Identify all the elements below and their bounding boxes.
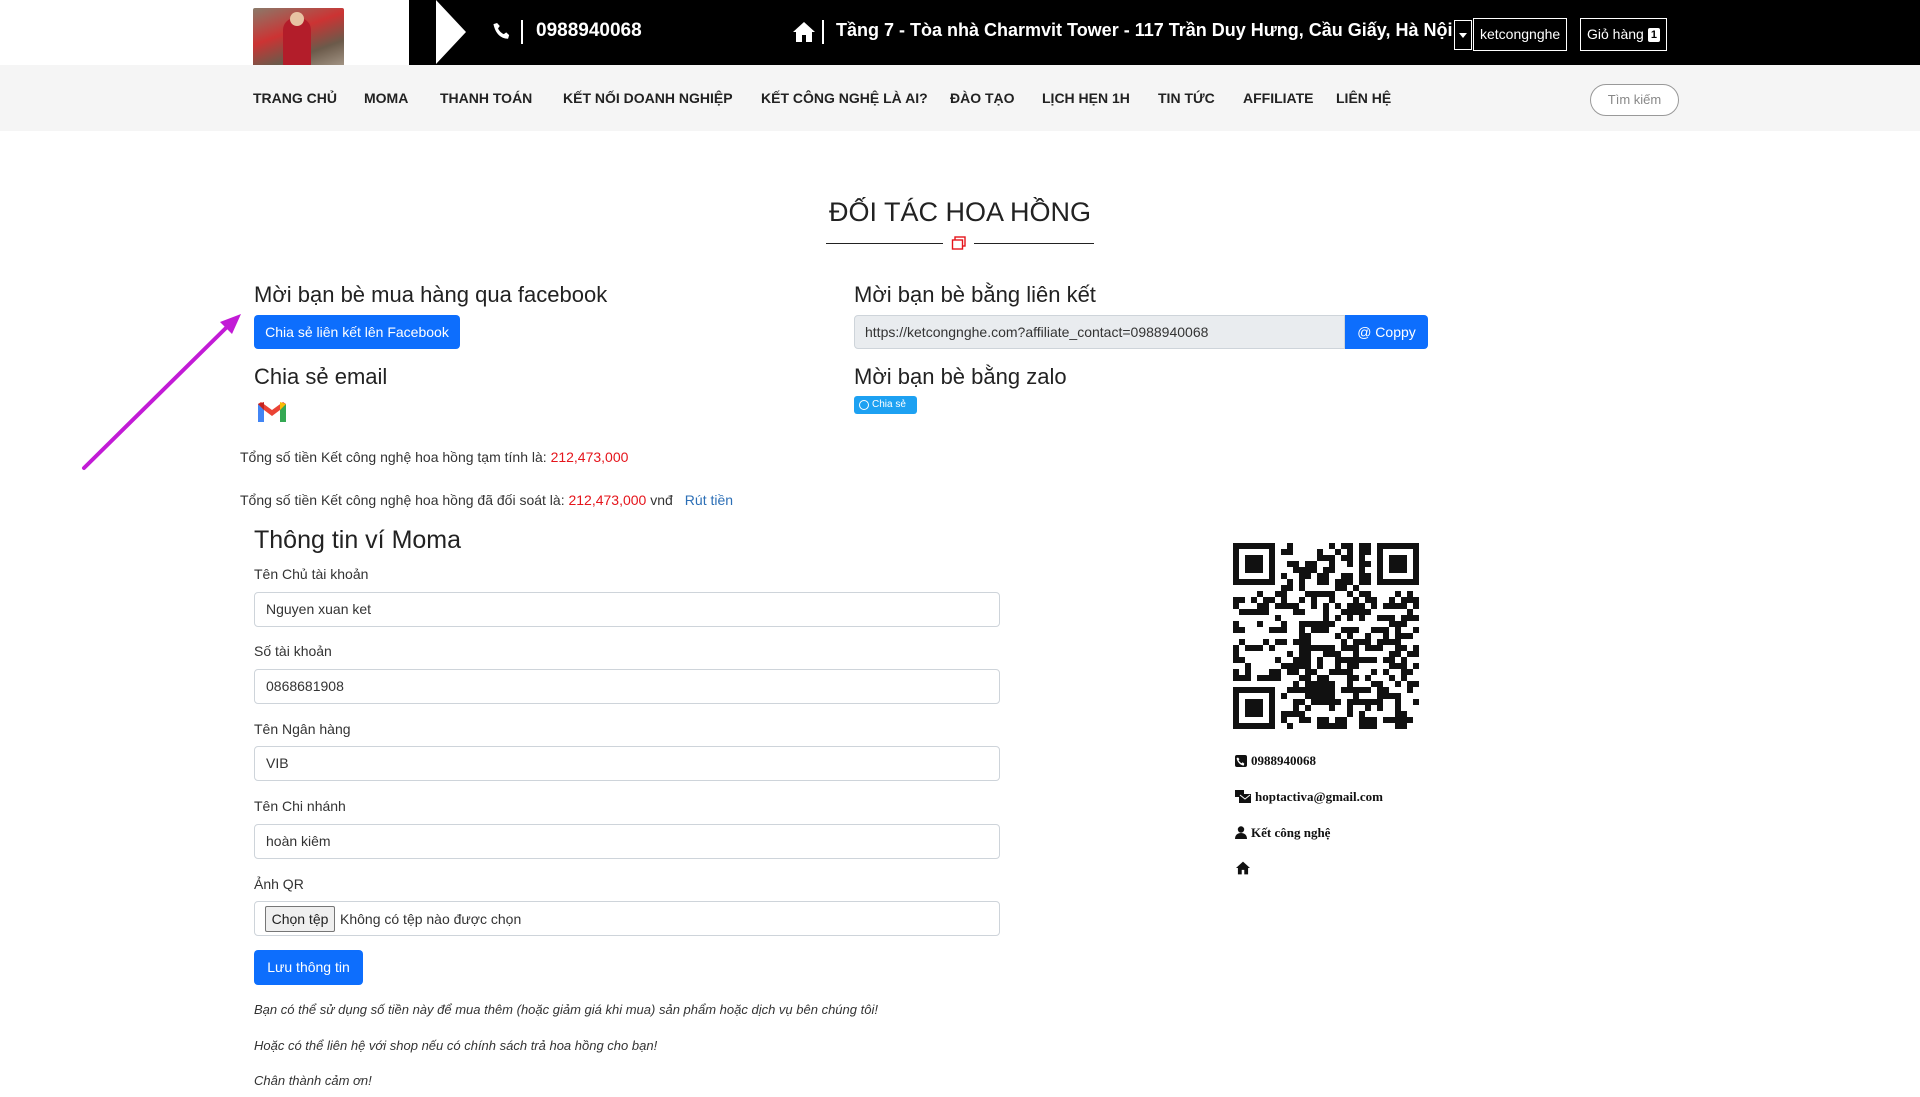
user-icon bbox=[1235, 826, 1247, 839]
top-bar: 0988940068 Tầng 7 - Tòa nhà Charmvit Tow… bbox=[0, 0, 1920, 68]
nav-item-affiliate[interactable]: AFFILIATE bbox=[1243, 90, 1314, 106]
contact-phone: 0988940068 bbox=[1235, 753, 1316, 769]
qr-code bbox=[1225, 531, 1429, 741]
note-line: Chân thành cảm ơn! bbox=[254, 1073, 372, 1088]
nav-item-moma[interactable]: MOMA bbox=[364, 90, 408, 106]
cart-button[interactable]: Giỏ hàng 1 bbox=[1580, 18, 1667, 51]
contact-home bbox=[1235, 861, 1255, 877]
zalo-share-button[interactable]: Chia sẻ bbox=[854, 396, 917, 414]
branch-label: Tên Chi nhánh bbox=[254, 798, 346, 814]
settled-commission-unit: vnđ bbox=[646, 492, 673, 508]
nav-item-contact[interactable]: LIÊN HỆ bbox=[1336, 90, 1391, 106]
bank-name-field[interactable]: VIB bbox=[254, 746, 1000, 781]
header-address: Tầng 7 - Tòa nhà Charmvit Tower - 117 Tr… bbox=[836, 20, 1453, 40]
contact-email-text: hoptactiva@gmail.com bbox=[1255, 789, 1383, 804]
mail-bulk-icon bbox=[1235, 790, 1251, 803]
contact-email: hoptactiva@gmail.com bbox=[1235, 789, 1383, 805]
bank-label: Tên Ngân hàng bbox=[254, 721, 351, 737]
nav-item-news[interactable]: TIN TỨC bbox=[1158, 90, 1215, 106]
nav-item-appointment[interactable]: LỊCH HẸN 1H bbox=[1042, 90, 1130, 106]
user-dropdown-toggle[interactable] bbox=[1454, 20, 1472, 50]
wallet-heading: Thông tin ví Moma bbox=[254, 526, 462, 554]
note-line: Bạn có thể sử dụng số tiền này để mua th… bbox=[254, 1002, 878, 1017]
separator bbox=[822, 20, 824, 44]
no-file-chosen-text: Không có tệp nào được chọn bbox=[340, 911, 522, 927]
gmail-icon[interactable] bbox=[256, 400, 288, 424]
nav-item-business-connect[interactable]: KẾT NỐI DOANH NGHIỆP bbox=[563, 90, 733, 106]
user-button[interactable]: ketcongnghe bbox=[1473, 18, 1568, 51]
copy-link-button[interactable]: @ Coppy bbox=[1345, 315, 1428, 349]
settled-commission: Tổng số tiền Kết công nghệ hoa hồng đã đ… bbox=[240, 492, 733, 508]
account-label: Số tài khoản bbox=[254, 643, 332, 659]
note-line: Hoặc có thể liên hệ với shop nếu có chín… bbox=[254, 1038, 658, 1053]
site-logo[interactable] bbox=[253, 8, 344, 68]
title-divider-right bbox=[974, 243, 1094, 244]
page-title: ĐỐI TÁC HOA HỒNG bbox=[828, 197, 1092, 227]
branch-name-field[interactable]: hoàn kiêm bbox=[254, 824, 1000, 859]
withdraw-link[interactable]: Rút tiền bbox=[685, 492, 733, 508]
header-phone[interactable]: 0988940068 bbox=[536, 20, 642, 42]
choose-file-button[interactable]: Chọn tệp bbox=[265, 906, 335, 932]
contact-phone-text: 0988940068 bbox=[1251, 753, 1316, 768]
pending-commission-label: Tổng số tiền Kết công nghệ hoa hồng tạm … bbox=[240, 449, 551, 465]
search-button[interactable]: Tìm kiếm bbox=[1590, 84, 1679, 116]
share-facebook-button[interactable]: Chia sẻ liên kết lên Facebook bbox=[254, 315, 460, 349]
account-number-field[interactable]: 0868681908 bbox=[254, 669, 1000, 704]
title-divider-left bbox=[826, 243, 943, 244]
link-share-heading: Mời bạn bè bằng liên kết bbox=[854, 282, 1096, 307]
zalo-share-label: Chia sẻ bbox=[872, 399, 906, 410]
pending-commission: Tổng số tiền Kết công nghệ hoa hồng tạm … bbox=[240, 449, 628, 465]
separator bbox=[521, 20, 523, 44]
pending-commission-amount: 212,473,000 bbox=[550, 449, 629, 465]
nav-item-training[interactable]: ĐÀO TẠO bbox=[950, 90, 1015, 106]
owner-name-field[interactable]: Nguyen xuan ket bbox=[254, 592, 1000, 627]
copy-icon bbox=[951, 236, 966, 250]
chat-icon bbox=[859, 400, 869, 410]
affiliate-link-field[interactable]: https://ketcongnghe.com?affiliate_contac… bbox=[854, 315, 1345, 349]
cart-count-badge: 1 bbox=[1647, 28, 1660, 42]
home-icon bbox=[1236, 861, 1250, 875]
nav-item-about[interactable]: KẾT CÔNG NGHỆ LÀ AI? bbox=[761, 90, 928, 106]
home-icon bbox=[793, 22, 815, 42]
email-share-heading: Chia sẻ email bbox=[254, 364, 388, 389]
qr-label: Ảnh QR bbox=[254, 876, 304, 892]
nav-item-payment[interactable]: THANH TOÁN bbox=[440, 90, 532, 106]
phone-square-icon bbox=[1235, 755, 1247, 767]
nav-item-home[interactable]: TRANG CHỦ bbox=[253, 90, 337, 106]
qr-code-image bbox=[1233, 543, 1419, 729]
settled-commission-label: Tổng số tiền Kết công nghệ hoa hồng đã đ… bbox=[240, 492, 569, 508]
phone-icon bbox=[493, 23, 510, 39]
facebook-share-heading: Mời bạn bè mua hàng qua facebook bbox=[254, 282, 608, 307]
cart-label: Giỏ hàng bbox=[1587, 26, 1644, 42]
save-info-button[interactable]: Lưu thông tin bbox=[254, 950, 363, 985]
owner-label: Tên Chủ tài khoản bbox=[254, 566, 369, 582]
contact-name-text: Kết công nghệ bbox=[1251, 825, 1331, 840]
chevron-decoration bbox=[436, 0, 466, 64]
settled-commission-amount: 212,473,000 bbox=[568, 492, 647, 508]
contact-name: Kết công nghệ bbox=[1235, 825, 1330, 841]
zalo-share-heading: Mời bạn bè bằng zalo bbox=[854, 364, 1067, 389]
